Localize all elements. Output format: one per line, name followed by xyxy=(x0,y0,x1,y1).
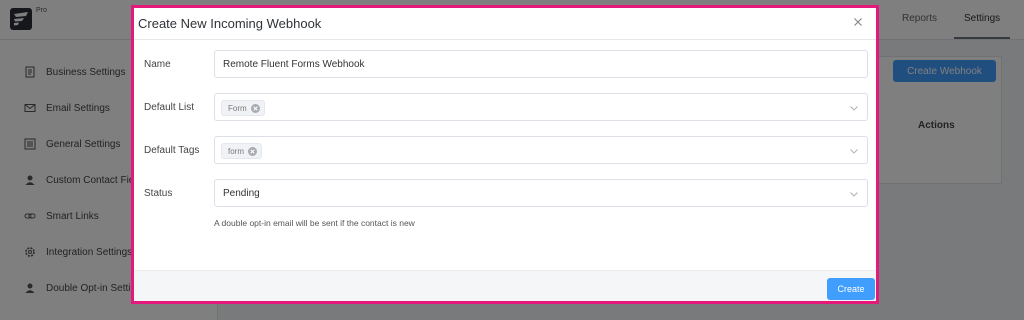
default-list-label: Default List xyxy=(144,102,195,113)
create-webhook-modal: Create New Incoming Webhook Name Remote … xyxy=(131,5,879,304)
selected-tag: form xyxy=(221,143,262,159)
modal-footer: Create xyxy=(134,270,876,301)
name-input-value: Remote Fluent Forms Webhook xyxy=(223,59,365,70)
chevron-down-icon xyxy=(850,106,858,111)
status-select-value: Pending xyxy=(223,188,260,199)
tag-remove-icon[interactable] xyxy=(250,103,260,113)
status-help-text: A double opt-in email will be sent if th… xyxy=(214,218,415,228)
chevron-down-icon xyxy=(850,149,858,154)
name-input[interactable]: Remote Fluent Forms Webhook xyxy=(214,50,868,78)
default-tags-label: Default Tags xyxy=(144,145,200,156)
create-button[interactable]: Create xyxy=(827,278,875,300)
tag-label: Form xyxy=(228,103,247,113)
tag-remove-icon[interactable] xyxy=(248,146,257,156)
close-icon[interactable] xyxy=(852,16,864,28)
tag-label: form xyxy=(228,146,244,156)
modal-header: Create New Incoming Webhook xyxy=(134,8,876,40)
name-label: Name xyxy=(144,59,171,70)
status-label: Status xyxy=(144,188,173,199)
chevron-down-icon xyxy=(850,192,858,197)
default-tags-select[interactable]: form xyxy=(214,136,868,164)
selected-tag: Form xyxy=(221,100,265,116)
default-list-select[interactable]: Form xyxy=(214,93,868,121)
status-select[interactable]: Pending xyxy=(214,179,868,207)
modal-title: Create New Incoming Webhook xyxy=(138,16,322,31)
